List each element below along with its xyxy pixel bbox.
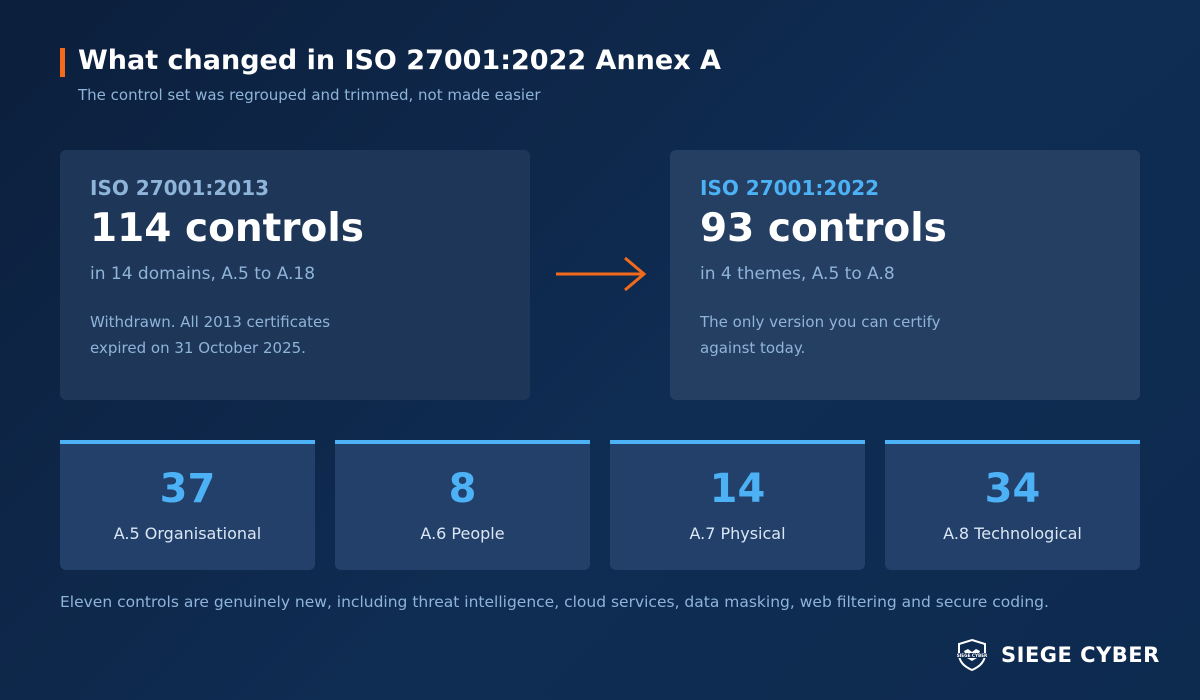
card-note: Withdrawn. All 2013 certificates expired… xyxy=(90,309,380,361)
theme-card-organisational: 37 A.5 Organisational xyxy=(60,440,315,570)
right-arrow-icon xyxy=(556,256,647,292)
card-iso-2022: ISO 27001:2022 93 controls in 4 themes, … xyxy=(670,150,1140,400)
theme-name: A.7 Physical xyxy=(689,524,786,543)
card-note-line: The only version you can certify xyxy=(700,313,941,331)
theme-card-physical: 14 A.7 Physical xyxy=(610,440,865,570)
card-control-count: 93 controls xyxy=(700,206,947,251)
card-version-label: ISO 27001:2022 xyxy=(700,176,880,200)
card-version-label: ISO 27001:2013 xyxy=(90,176,270,200)
card-note-line: Withdrawn. All 2013 certificates xyxy=(90,313,331,331)
theme-card-people: 8 A.6 People xyxy=(335,440,590,570)
theme-name: A.6 People xyxy=(420,524,505,543)
card-note-line: expired on 31 October 2025. xyxy=(90,339,306,357)
page-subtitle: The control set was regrouped and trimme… xyxy=(78,86,541,104)
page-title: What changed in ISO 27001:2022 Annex A xyxy=(78,45,721,76)
brand-logo: SIEGE CYBER SIEGE CYBER xyxy=(955,638,1160,672)
card-iso-2013: ISO 27001:2013 114 controls in 14 domain… xyxy=(60,150,530,400)
footnote: Eleven controls are genuinely new, inclu… xyxy=(60,593,1049,611)
theme-name: A.5 Organisational xyxy=(113,524,262,543)
theme-name: A.8 Technological xyxy=(943,524,1082,543)
brand-name: SIEGE CYBER xyxy=(1001,643,1160,667)
card-scope-text: in 14 domains, A.5 to A.18 xyxy=(90,264,316,284)
theme-count: 34 xyxy=(984,466,1041,512)
title-accent-bar xyxy=(60,48,65,77)
card-note: The only version you can certify against… xyxy=(700,309,990,361)
card-scope-text: in 4 themes, A.5 to A.8 xyxy=(700,264,895,284)
shield-logo-icon: SIEGE CYBER xyxy=(957,638,988,672)
theme-count: 14 xyxy=(709,466,766,512)
card-control-count: 114 controls xyxy=(90,206,364,251)
theme-count: 37 xyxy=(159,466,216,512)
logo-text: SIEGE CYBER xyxy=(957,653,988,658)
card-note-line: against today. xyxy=(700,339,806,357)
theme-card-technological: 34 A.8 Technological xyxy=(885,440,1140,570)
theme-count: 8 xyxy=(448,466,477,512)
